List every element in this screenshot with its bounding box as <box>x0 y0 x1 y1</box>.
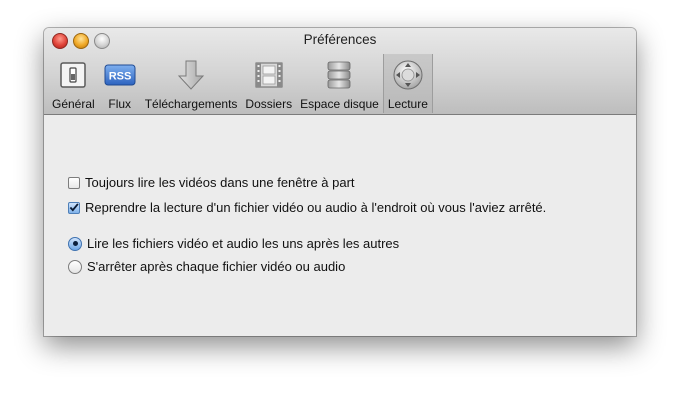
tab-espace-disque[interactable]: Espace disque <box>296 54 383 113</box>
disk-stack-icon <box>322 58 356 92</box>
tab-general[interactable]: Général <box>48 54 99 113</box>
checkmark-icon <box>69 203 79 212</box>
tab-general-label: Général <box>52 97 95 111</box>
playback-control-icon <box>391 58 425 92</box>
option-resume-playback[interactable]: Reprendre la lecture d'un fichier vidéo … <box>68 200 546 215</box>
option-always-separate-window[interactable]: Toujours lire les vidéos dans une fenêtr… <box>68 175 355 190</box>
radio-dot-icon <box>72 241 78 246</box>
rss-icon: RSS <box>103 58 137 92</box>
option-label: Reprendre la lecture d'un fichier vidéo … <box>85 200 547 215</box>
tab-dossiers[interactable]: Dossiers <box>241 54 296 113</box>
rss-text: RSS <box>108 71 131 83</box>
preferences-toolbar: Général RSS Flux Téléchargements Dossier… <box>48 54 433 114</box>
preferences-window: Préférences Général RSS Flux Téléchargem… <box>44 28 636 336</box>
switch-icon <box>56 58 90 92</box>
tab-telechargements[interactable]: Téléchargements <box>141 54 242 113</box>
radio-stop-after-each[interactable]: S'arrêter après chaque fichier vidéo ou … <box>68 259 345 274</box>
lecture-pane: Toujours lire les vidéos dans une fenêtr… <box>44 115 636 336</box>
radio-play-sequentially[interactable]: Lire les fichiers vidéo et audio les uns… <box>68 236 399 251</box>
title-bar: Préférences Général RSS Flux Téléchargem… <box>44 28 636 115</box>
radio-label: Lire les fichiers vidéo et audio les uns… <box>87 236 400 251</box>
radio-label: S'arrêter après chaque fichier vidéo ou … <box>87 259 346 274</box>
radio-button-selected[interactable] <box>68 236 82 251</box>
film-folder-icon <box>252 58 286 92</box>
tab-telechargements-label: Téléchargements <box>144 97 238 111</box>
checkbox-checked[interactable] <box>68 201 80 214</box>
tab-lecture[interactable]: Lecture <box>382 54 433 113</box>
window-title: Préférences <box>303 32 377 47</box>
download-arrow-icon <box>174 58 208 92</box>
tab-dossiers-label: Dossiers <box>245 97 293 111</box>
tab-espace-disque-label: Espace disque <box>300 97 379 111</box>
tab-lecture-label: Lecture <box>387 97 428 111</box>
option-label: Toujours lire les vidéos dans une fenêtr… <box>85 175 355 190</box>
tab-flux-label: Flux <box>108 97 132 111</box>
tab-flux[interactable]: RSS Flux <box>99 54 141 113</box>
radio-button[interactable] <box>68 259 82 274</box>
checkbox[interactable] <box>68 176 80 189</box>
